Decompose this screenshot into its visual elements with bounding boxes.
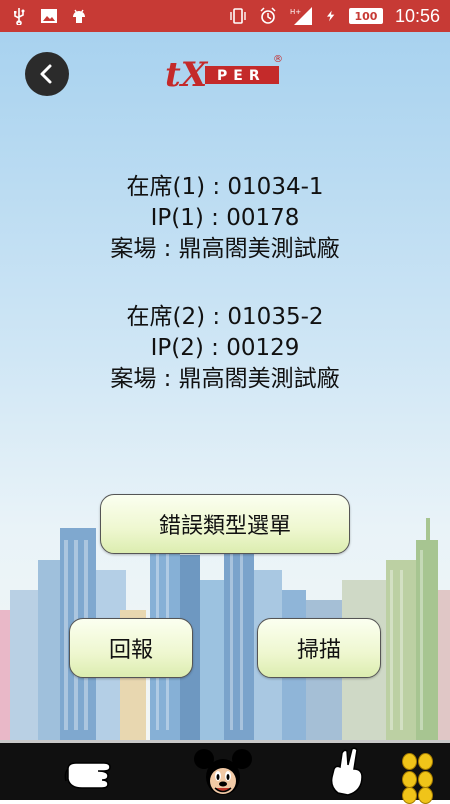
alarm-icon (260, 7, 276, 24)
charging-icon (326, 10, 335, 22)
peace-hand-icon[interactable] (318, 747, 384, 799)
back-button[interactable] (25, 52, 69, 96)
seat-1-site: 案場 : 鼎高閤美測試廠 (110, 236, 340, 262)
android-icon (73, 9, 85, 23)
scan-button[interactable]: 掃描 (257, 618, 381, 678)
clock: 10:56 (394, 5, 440, 26)
chevron-left-icon (40, 64, 52, 84)
coins-icon[interactable] (400, 749, 446, 804)
svg-text:®: ® (273, 54, 283, 65)
image-icon (41, 9, 57, 23)
seat-2-ip: IP(2) : 00129 (150, 335, 300, 361)
signal-icon: H+ (290, 7, 312, 25)
txper-logo: tX PER ® (165, 50, 285, 95)
seat-2-site: 案場 : 鼎高閤美測試廠 (110, 366, 340, 392)
seat-2-info: 在席(2) : 01035-2 IP(2) : 00129 案場 : 鼎高閤美測… (0, 302, 450, 395)
seat-2-number: 在席(2) : 01035-2 (126, 304, 324, 330)
seat-1-info: 在席(1) : 01034-1 IP(1) : 00178 案場 : 鼎高閤美測… (0, 172, 450, 265)
mickey-mouse-icon[interactable] (190, 747, 256, 799)
seat-1-number: 在席(1) : 01034-1 (126, 174, 324, 200)
bottom-bar (0, 740, 450, 804)
battery-icon: 100 (348, 8, 383, 24)
svg-text:H+: H+ (290, 8, 301, 16)
usb-icon (14, 8, 25, 25)
main-screen: tX PER ® 在席(1) : 01034-1 IP(1) : 00178 案… (0, 32, 450, 740)
pointing-hand-icon[interactable] (64, 747, 130, 799)
error-type-menu-button[interactable]: 錯誤類型選單 (100, 494, 350, 554)
svg-text:tX: tX (165, 55, 209, 94)
svg-text:PER: PER (217, 68, 266, 84)
seat-1-ip: IP(1) : 00178 (150, 205, 300, 231)
vibrate-icon (230, 8, 246, 24)
report-button[interactable]: 回報 (69, 618, 193, 678)
status-bar: H+ 100 10:56 (0, 0, 450, 32)
